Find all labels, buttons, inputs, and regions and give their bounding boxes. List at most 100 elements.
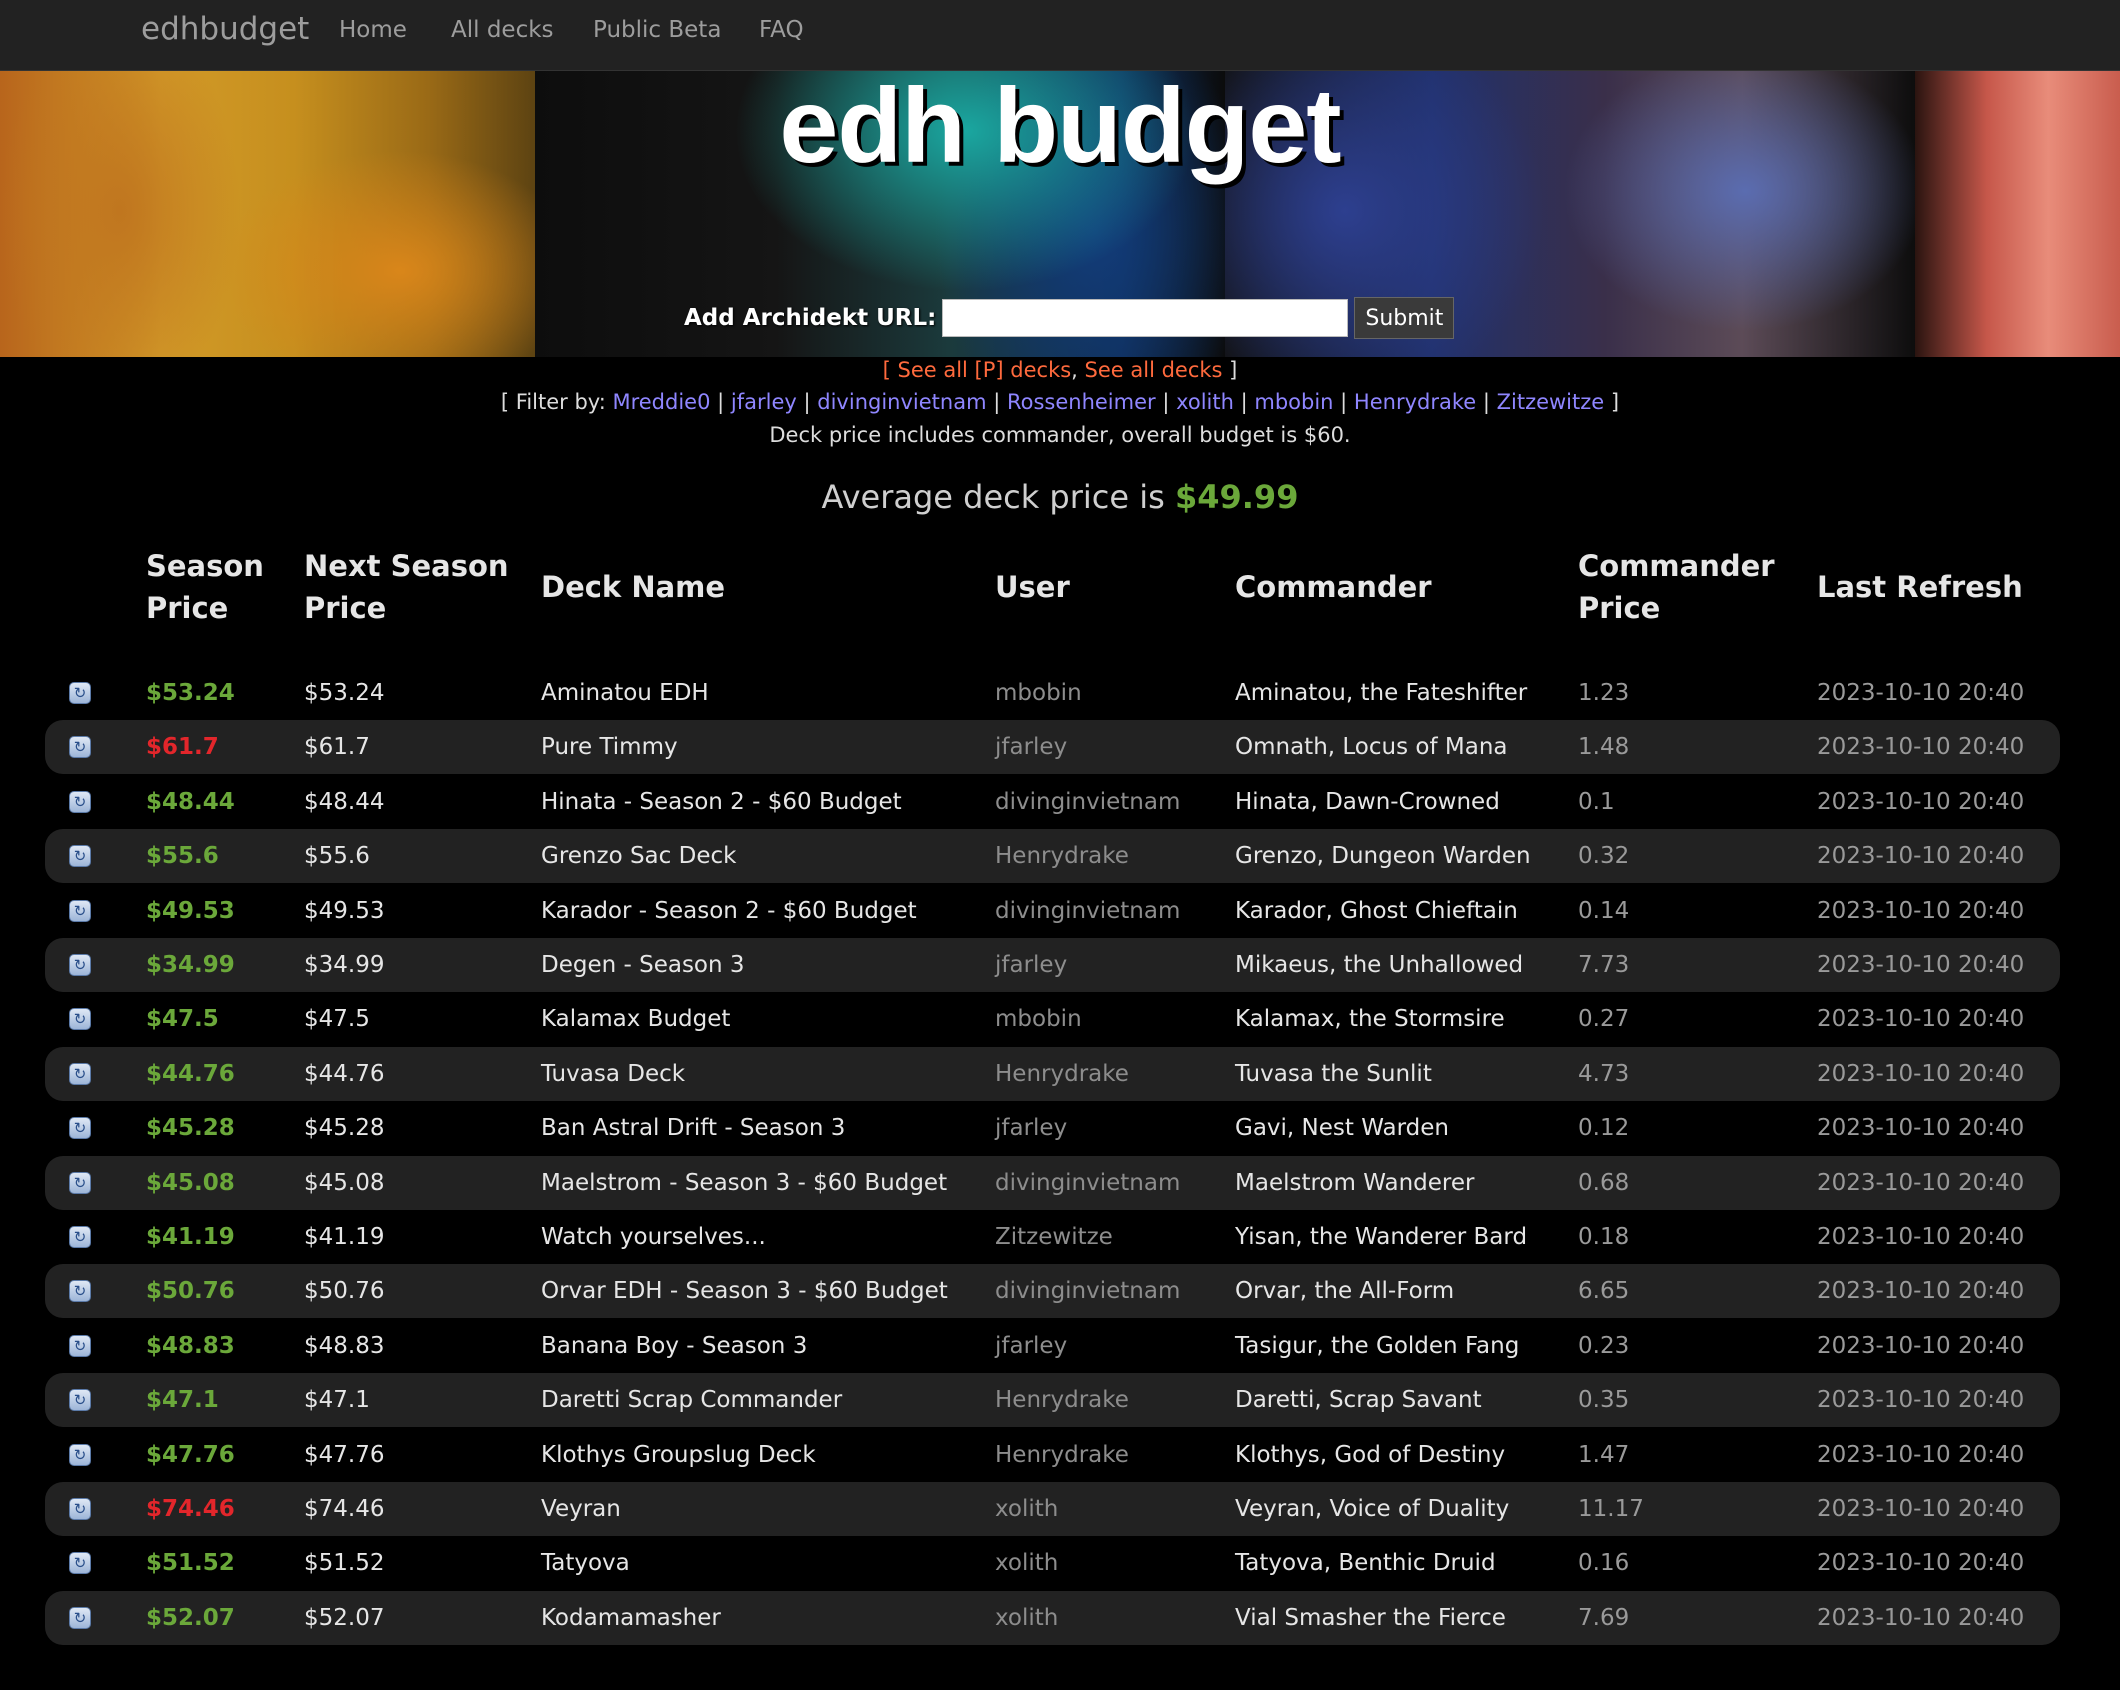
deck-name-link[interactable]: Aminatou EDH [541, 666, 709, 720]
filter-user-link[interactable]: Rossenheimer [1007, 390, 1156, 414]
deck-name-link[interactable]: Grenzo Sac Deck [541, 829, 736, 883]
next-season-price: $51.52 [304, 1550, 385, 1577]
next-season-price: $53.24 [304, 680, 385, 706]
submit-button[interactable]: Submit [1354, 297, 1455, 339]
deck-name-link[interactable]: Klothys Groupslug Deck [541, 1428, 816, 1482]
filter-user-link[interactable]: mbobin [1254, 390, 1333, 414]
season-price: $34.99 [146, 952, 235, 978]
table-row: ↻ $45.08 $45.08 Maelstrom - Season 3 - $60 … [45, 1155, 2060, 1210]
table-row: ↻ $55.6 $55.6 Grenzo Sac Deck Henrydrake Gren… [45, 829, 2060, 884]
season-price: $53.24 [146, 680, 235, 706]
commander-price: 0.14 [1578, 897, 1630, 924]
refresh-icon[interactable]: ↻ [69, 1280, 91, 1303]
header-season-price[interactable]: Season Price [146, 545, 264, 629]
refresh-icon[interactable]: ↻ [69, 736, 91, 759]
header-commander[interactable]: Commander [1235, 566, 1432, 608]
season-price: $61.7 [146, 734, 219, 761]
deck-user: divinginvietnam [995, 1278, 1181, 1305]
season-price: $48.44 [146, 788, 235, 815]
filter-user-link[interactable]: divinginvietnam [817, 390, 986, 414]
refresh-icon[interactable]: ↻ [69, 1226, 91, 1248]
deck-name-link[interactable]: Orvar EDH - Season 3 - $60 Budget [541, 1264, 948, 1318]
next-season-price: $48.83 [304, 1332, 385, 1359]
filter-user-link[interactable]: Henrydrake [1354, 390, 1476, 414]
next-season-price: $41.19 [304, 1224, 385, 1250]
nav-home[interactable]: Home [339, 17, 407, 43]
top-navbar: edhbudget Home All decks Public Beta FAQ [0, 0, 2120, 71]
filter-user-link[interactable]: jfarley [731, 390, 797, 414]
deck-name-link[interactable]: Kodamamasher [541, 1591, 721, 1645]
refresh-icon[interactable]: ↻ [69, 1498, 91, 1520]
see-all-p-decks-link[interactable]: See all [P] decks [897, 358, 1071, 382]
last-refresh: 2023-10-10 20:40 [1817, 1224, 2025, 1250]
nav-all-decks[interactable]: All decks [451, 17, 554, 43]
refresh-icon[interactable]: ↻ [69, 790, 91, 813]
commander-price: 0.27 [1578, 1006, 1630, 1033]
commander-price: 0.32 [1578, 843, 1630, 870]
deck-name-link[interactable]: Ban Astral Drift - Season 3 [541, 1101, 845, 1155]
deck-name-link[interactable]: Karador - Season 2 - $60 Budget [541, 884, 917, 938]
nav-public-beta[interactable]: Public Beta [593, 17, 721, 43]
header-user[interactable]: User [995, 566, 1070, 608]
last-refresh: 2023-10-10 20:40 [1817, 1278, 2025, 1305]
header-commander-price[interactable]: Commander Price [1578, 545, 1775, 629]
deck-name-link[interactable]: Hinata - Season 2 - $60 Budget [541, 775, 902, 829]
season-price: $47.76 [146, 1441, 235, 1468]
deck-name-link[interactable]: Daretti Scrap Commander [541, 1373, 842, 1427]
commander-name: Tatyova, Benthic Druid [1235, 1550, 1496, 1577]
header-deck-name[interactable]: Deck Name [541, 566, 725, 608]
commander-price: 0.16 [1578, 1550, 1630, 1577]
brand-link[interactable]: edhbudget [141, 11, 309, 47]
refresh-icon[interactable]: ↻ [69, 899, 91, 922]
table-row: ↻ $51.52 $51.52 Tatyova xolith Tatyova, Benth… [45, 1536, 2060, 1590]
refresh-icon[interactable]: ↻ [69, 1117, 91, 1140]
deck-name-link[interactable]: Banana Boy - Season 3 [541, 1319, 807, 1373]
season-price: $52.07 [146, 1604, 235, 1631]
commander-name: Klothys, God of Destiny [1235, 1441, 1506, 1468]
next-season-price: $48.44 [304, 788, 385, 815]
commander-name: Grenzo, Dungeon Warden [1235, 843, 1531, 870]
user-filter: [ Filter by: Mreddie0 | jfarley | diving… [500, 390, 1620, 414]
filter-user-link[interactable]: Mreddie0 [612, 390, 710, 414]
table-row: ↻ $47.76 $47.76 Klothys Groupslug Deck Henry… [45, 1428, 2060, 1482]
deck-name-link[interactable]: Tuvasa Deck [541, 1047, 685, 1101]
next-season-price: $49.53 [304, 897, 385, 924]
filter-user-link[interactable]: xolith [1176, 390, 1234, 414]
refresh-icon[interactable]: ↻ [69, 1552, 91, 1575]
refresh-icon[interactable]: ↻ [69, 1171, 91, 1194]
refresh-icon[interactable]: ↻ [69, 845, 91, 868]
commander-name: Daretti, Scrap Savant [1235, 1387, 1482, 1414]
refresh-icon[interactable]: ↻ [69, 954, 91, 976]
deck-name-link[interactable]: Degen - Season 3 [541, 938, 745, 992]
commander-name: Maelstrom Wanderer [1235, 1169, 1475, 1196]
refresh-icon[interactable]: ↻ [69, 1062, 91, 1085]
refresh-icon[interactable]: ↻ [69, 1389, 91, 1412]
season-price: $41.19 [146, 1224, 235, 1250]
refresh-icon[interactable]: ↻ [69, 682, 91, 704]
refresh-icon[interactable]: ↻ [69, 1008, 91, 1031]
deck-user: divinginvietnam [995, 897, 1181, 924]
table-row: ↻ $47.5 $47.5 Kalamax Budget mbobin Kalamax, … [45, 992, 2060, 1046]
filter-user-link[interactable]: Zitzewitze [1497, 390, 1605, 414]
see-all-decks-link[interactable]: See all decks [1085, 358, 1223, 382]
deck-name-link[interactable]: Maelstrom - Season 3 - $60 Budget [541, 1156, 947, 1210]
last-refresh: 2023-10-10 20:40 [1817, 1006, 2025, 1033]
header-next-season-price[interactable]: Next Season Price [304, 545, 509, 629]
refresh-icon[interactable]: ↻ [69, 1606, 91, 1629]
refresh-icon[interactable]: ↻ [69, 1334, 91, 1357]
table-row: ↻ $50.76 $50.76 Orvar EDH - Season 3 - $60 … [45, 1264, 2060, 1319]
season-price: $44.76 [146, 1060, 235, 1087]
deck-name-link[interactable]: Pure Timmy [541, 720, 678, 774]
season-price: $50.76 [146, 1278, 235, 1305]
deck-user: xolith [995, 1550, 1059, 1577]
deck-name-link[interactable]: Kalamax Budget [541, 992, 730, 1046]
nav-faq[interactable]: FAQ [759, 17, 804, 43]
deck-name-link[interactable]: Tatyova [541, 1536, 630, 1590]
deck-name-link[interactable]: Veyran [541, 1482, 621, 1536]
commander-name: Orvar, the All-Form [1235, 1278, 1455, 1305]
deck-name-link[interactable]: Watch yourselves... [541, 1210, 766, 1264]
archidekt-url-input[interactable] [942, 299, 1349, 337]
last-refresh: 2023-10-10 20:40 [1817, 1115, 2025, 1142]
header-last-refresh[interactable]: Last Refresh [1817, 566, 2023, 608]
refresh-icon[interactable]: ↻ [69, 1443, 91, 1466]
